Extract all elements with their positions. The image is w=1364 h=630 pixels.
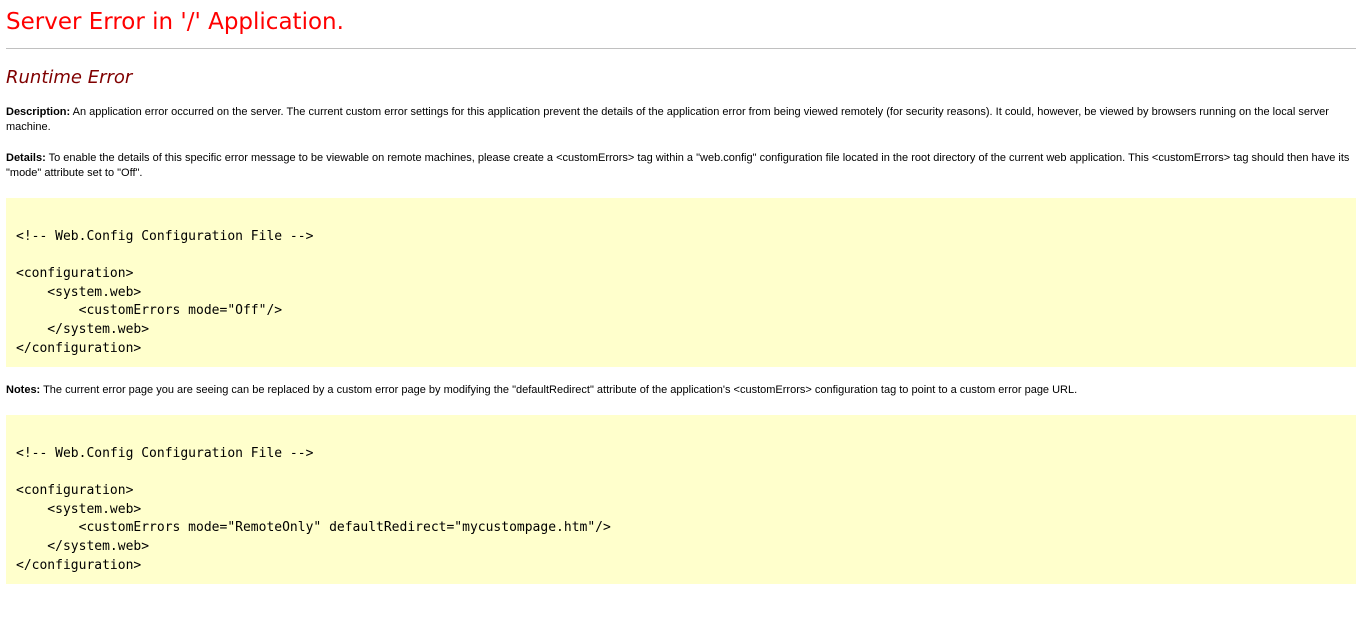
code-block-1-content: <!-- Web.Config Configuration File --> <c… [16, 228, 313, 358]
notes-paragraph: Notes: The current error page you are se… [6, 383, 1356, 398]
code-line: </system.web> [16, 321, 150, 337]
code-line: </configuration> [16, 557, 142, 573]
config-code-block-redirect: <!-- Web.Config Configuration File --> <c… [6, 415, 1356, 584]
code-line: <!-- Web.Config Configuration File --> [16, 229, 314, 244]
description-paragraph: Description: An application error occurr… [6, 105, 1356, 135]
code-line: <!-- Web.Config Configuration File --> [16, 446, 314, 461]
page-title: Server Error in '/' Application. [6, 9, 344, 35]
config-code-block-off: <!-- Web.Config Configuration File --> <c… [6, 198, 1356, 367]
description-text: An application error occurred on the ser… [6, 106, 1329, 133]
details-label: Details: [6, 152, 46, 164]
code-line: <configuration> [16, 266, 134, 282]
error-heading: Runtime Error [6, 67, 133, 88]
code-line: <configuration> [16, 483, 134, 499]
code-line: <system.web> [16, 501, 142, 517]
title-divider [6, 48, 1356, 49]
notes-text: The current error page you are seeing ca… [40, 384, 1078, 396]
code-line: </configuration> [16, 340, 142, 356]
code-line: <customErrors mode="Off"/> [16, 303, 283, 319]
code-block-2-content: <!-- Web.Config Configuration File --> <c… [16, 445, 611, 575]
details-text: To enable the details of this specific e… [6, 152, 1350, 179]
details-paragraph: Details: To enable the details of this s… [6, 151, 1356, 181]
code-line: <customErrors mode="RemoteOnly" defaultR… [16, 520, 611, 536]
description-label: Description: [6, 106, 71, 118]
notes-label: Notes: [6, 384, 41, 396]
code-line: </system.web> [16, 538, 150, 554]
code-line: <system.web> [16, 284, 142, 300]
